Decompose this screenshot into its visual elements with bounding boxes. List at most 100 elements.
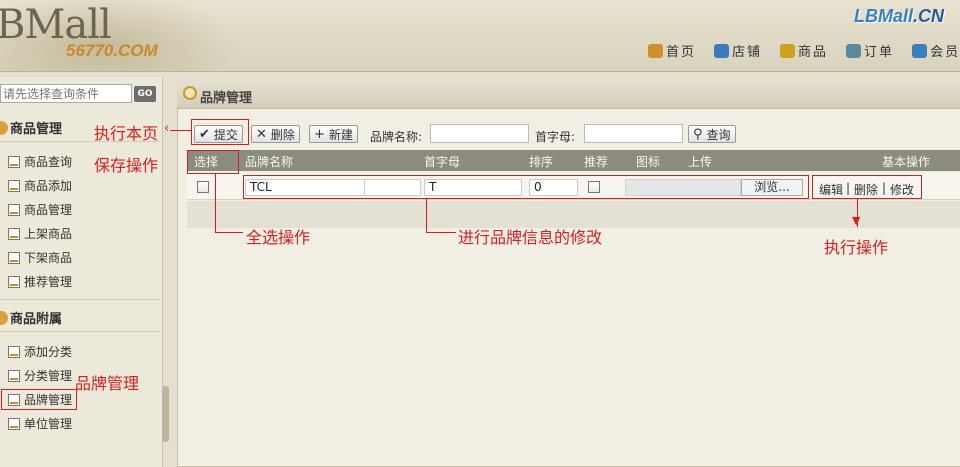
new-button[interactable]: + 新建 xyxy=(309,125,358,143)
group-icon xyxy=(0,310,8,325)
nav-home[interactable]: 首页 xyxy=(648,41,696,60)
annotation-arrow-line xyxy=(426,199,427,233)
sidebar-item-add-category[interactable]: 添加分类 xyxy=(8,343,72,360)
group-title-goods-attach[interactable]: 商品附属 xyxy=(0,308,62,327)
group-title-label: 商品附属 xyxy=(10,312,63,327)
annotation-edit-brand-info: 进行品牌信息的修改 xyxy=(458,228,603,247)
document-icon xyxy=(8,203,20,216)
sidebar-item-label: 单位管理 xyxy=(24,417,73,431)
delete-label: 删除 xyxy=(270,127,295,142)
nav-order[interactable]: 订单 xyxy=(846,41,894,60)
query-label: 查询 xyxy=(706,127,731,142)
document-icon xyxy=(8,155,20,168)
sidebar-item-category-manage[interactable]: 分类管理 xyxy=(8,367,72,384)
annotation-arrow-line xyxy=(215,174,216,233)
sidebar-item-label: 上架商品 xyxy=(24,227,73,241)
gear-icon xyxy=(183,86,197,100)
column-header-actions: 基本操作 xyxy=(882,155,931,169)
group-icon xyxy=(0,120,8,135)
brand-name-label: 品牌名称: xyxy=(370,130,423,144)
site-header: BMall 56770.COM LBMall.CN 首页 店铺 商品 订单 会员 xyxy=(0,0,960,72)
nav-order-label: 订单 xyxy=(864,45,895,60)
nav-goods[interactable]: 商品 xyxy=(780,41,828,60)
query-button[interactable]: ⚲ 查询 xyxy=(688,125,736,143)
site-logo-domain: 56770.COM xyxy=(66,41,158,60)
sidebar-item-goods-query[interactable]: 商品查询 xyxy=(8,153,72,170)
brand-logo-main: LBMall xyxy=(854,6,914,26)
nav-goods-label: 商品 xyxy=(798,45,829,60)
nav-member-label: 会员 xyxy=(930,45,960,60)
annotation-box-select xyxy=(187,150,239,174)
document-icon xyxy=(8,179,20,192)
sidebar-item-label: 分类管理 xyxy=(24,369,73,383)
nav-store[interactable]: 店铺 xyxy=(714,41,762,60)
initial-search-input[interactable] xyxy=(584,124,683,143)
document-icon xyxy=(8,251,20,264)
row-select-checkbox[interactable] xyxy=(197,181,209,193)
sidebar-item-unit-manage[interactable]: 单位管理 xyxy=(8,415,72,432)
sidebar-item-goods-manage[interactable]: 商品管理 xyxy=(8,201,72,218)
column-header-initial: 首字母 xyxy=(424,155,461,169)
sidebar-item-label: 商品查询 xyxy=(24,155,73,169)
document-icon xyxy=(8,417,20,430)
sidebar-item-goods-offline[interactable]: 下架商品 xyxy=(8,249,72,266)
annotation-arrow-line xyxy=(215,232,243,233)
sidebar-item-label: 商品管理 xyxy=(24,203,73,217)
goods-icon xyxy=(780,43,796,58)
annotation-select-all: 全选操作 xyxy=(246,228,311,247)
nav-member[interactable]: 会员 xyxy=(912,41,960,60)
sidebar-item-goods-online[interactable]: 上架商品 xyxy=(8,225,72,242)
brand-logo-suffix: .CN xyxy=(913,6,945,26)
search-icon: ⚲ xyxy=(693,126,703,142)
sidebar-item-recommend[interactable]: 推荐管理 xyxy=(8,273,72,290)
sidebar-collapse-handle[interactable] xyxy=(162,386,169,442)
nav-home-label: 首页 xyxy=(666,45,697,60)
panel-header xyxy=(177,80,960,109)
sidebar-item-label: 商品添加 xyxy=(24,179,73,193)
document-icon xyxy=(8,345,20,358)
column-header-recommend: 推荐 xyxy=(584,155,609,169)
sidebar-item-label: 添加分类 xyxy=(24,345,73,359)
page-title: 品牌管理 xyxy=(200,91,253,106)
sidebar-item-goods-add[interactable]: 商品添加 xyxy=(8,177,72,194)
document-icon xyxy=(8,227,20,240)
annotation-arrow-head: ▼ xyxy=(852,214,861,227)
go-button[interactable]: GO xyxy=(134,86,156,102)
column-header-brand-name: 品牌名称 xyxy=(245,155,294,169)
annotation-arrow-line xyxy=(426,232,456,233)
annotation-execute-page: 执行本页 xyxy=(94,124,159,143)
new-label: 新建 xyxy=(328,127,353,142)
nav-store-label: 店铺 xyxy=(732,45,763,60)
sidebar-item-label: 下架商品 xyxy=(24,251,73,265)
document-icon xyxy=(8,275,20,288)
divider xyxy=(0,331,160,332)
brand-name-search-input[interactable] xyxy=(430,124,529,143)
member-icon xyxy=(912,43,928,58)
annotation-box-submit xyxy=(191,119,249,145)
annotation-save-operation: 保存操作 xyxy=(94,156,159,175)
group-title-goods-management[interactable]: 商品管理 xyxy=(0,118,62,137)
annotation-arrow-line xyxy=(170,130,191,131)
column-header-upload: 上传 xyxy=(688,155,713,169)
sidebar-item-label: 推荐管理 xyxy=(24,275,73,289)
plus-icon: + xyxy=(314,126,325,142)
brand-logo[interactable]: LBMall.CN xyxy=(854,6,944,27)
sidebar-search-input[interactable] xyxy=(0,84,132,103)
annotation-arrow-head: ‹ xyxy=(164,121,170,136)
annotation-box-actions xyxy=(812,175,922,199)
annotation-brand-management: 品牌管理 xyxy=(75,374,140,393)
document-icon xyxy=(8,369,20,382)
order-icon xyxy=(846,43,862,58)
annotation-box-row-fields xyxy=(243,175,809,199)
table-header xyxy=(187,150,960,171)
annotation-execute-operation: 执行操作 xyxy=(824,238,889,257)
delete-button[interactable]: ✕ 删除 xyxy=(251,125,300,143)
store-icon xyxy=(714,43,730,58)
top-nav: 首页 店铺 商品 订单 会员 xyxy=(648,41,960,60)
divider xyxy=(0,299,160,300)
column-header-sort: 排序 xyxy=(529,155,554,169)
group-title-label: 商品管理 xyxy=(10,122,63,137)
column-header-icon: 图标 xyxy=(636,155,661,169)
annotation-box-brand-manage xyxy=(1,389,77,410)
home-icon xyxy=(648,43,663,58)
